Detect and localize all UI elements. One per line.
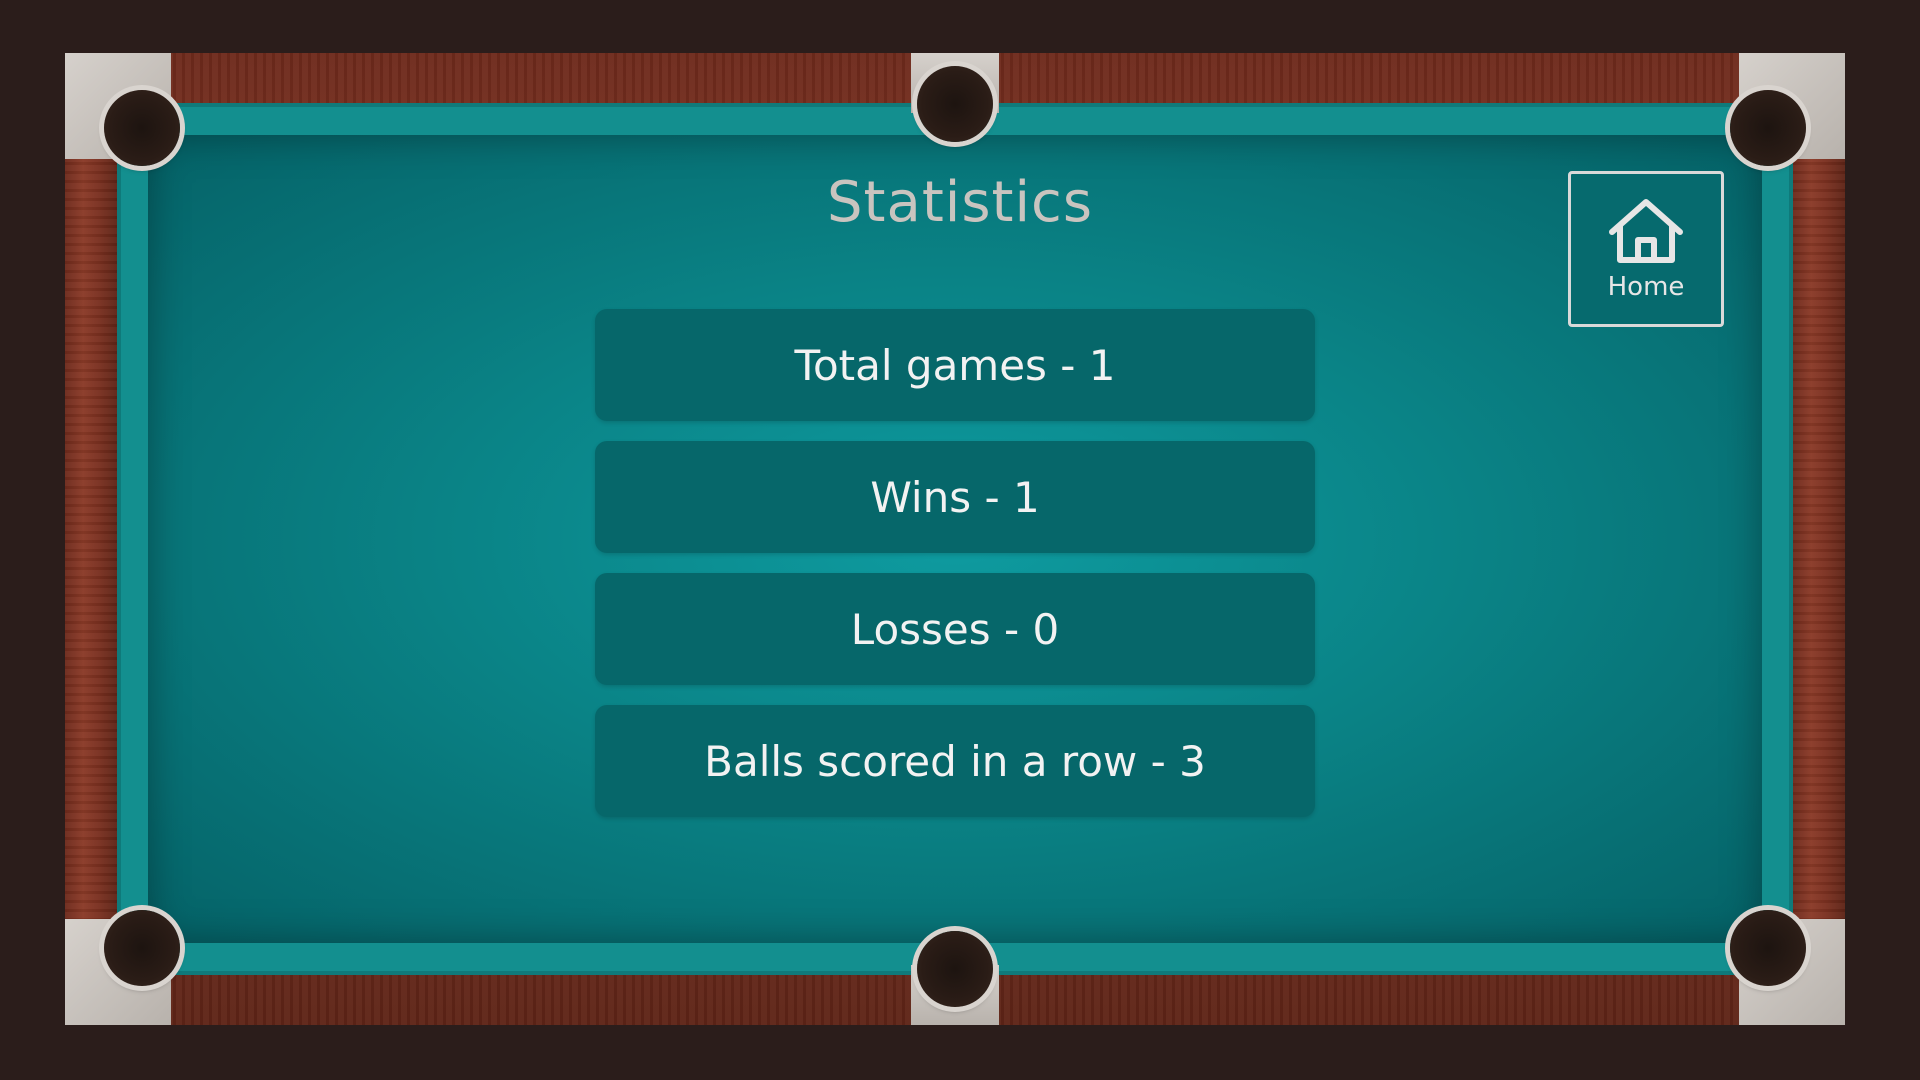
pocket-top-left bbox=[104, 90, 180, 166]
pocket-top-right bbox=[1730, 90, 1806, 166]
stat-balls-in-a-row: Balls scored in a row - 3 bbox=[595, 705, 1315, 817]
game-screen: Statistics Total games - 1 Wins - 1 Loss… bbox=[0, 0, 1920, 1080]
stat-wins: Wins - 1 bbox=[595, 441, 1315, 553]
home-button[interactable]: Home bbox=[1568, 171, 1724, 327]
pocket-bottom-middle bbox=[917, 931, 993, 1007]
stats-list: Total games - 1 Wins - 1 Losses - 0 Ball… bbox=[595, 309, 1315, 837]
home-icon bbox=[1606, 196, 1686, 266]
stat-total-games: Total games - 1 bbox=[595, 309, 1315, 421]
pocket-top-middle bbox=[917, 66, 993, 142]
home-label: Home bbox=[1607, 272, 1685, 302]
pocket-bottom-right bbox=[1730, 910, 1806, 986]
stat-losses: Losses - 0 bbox=[595, 573, 1315, 685]
pocket-bottom-left bbox=[104, 910, 180, 986]
